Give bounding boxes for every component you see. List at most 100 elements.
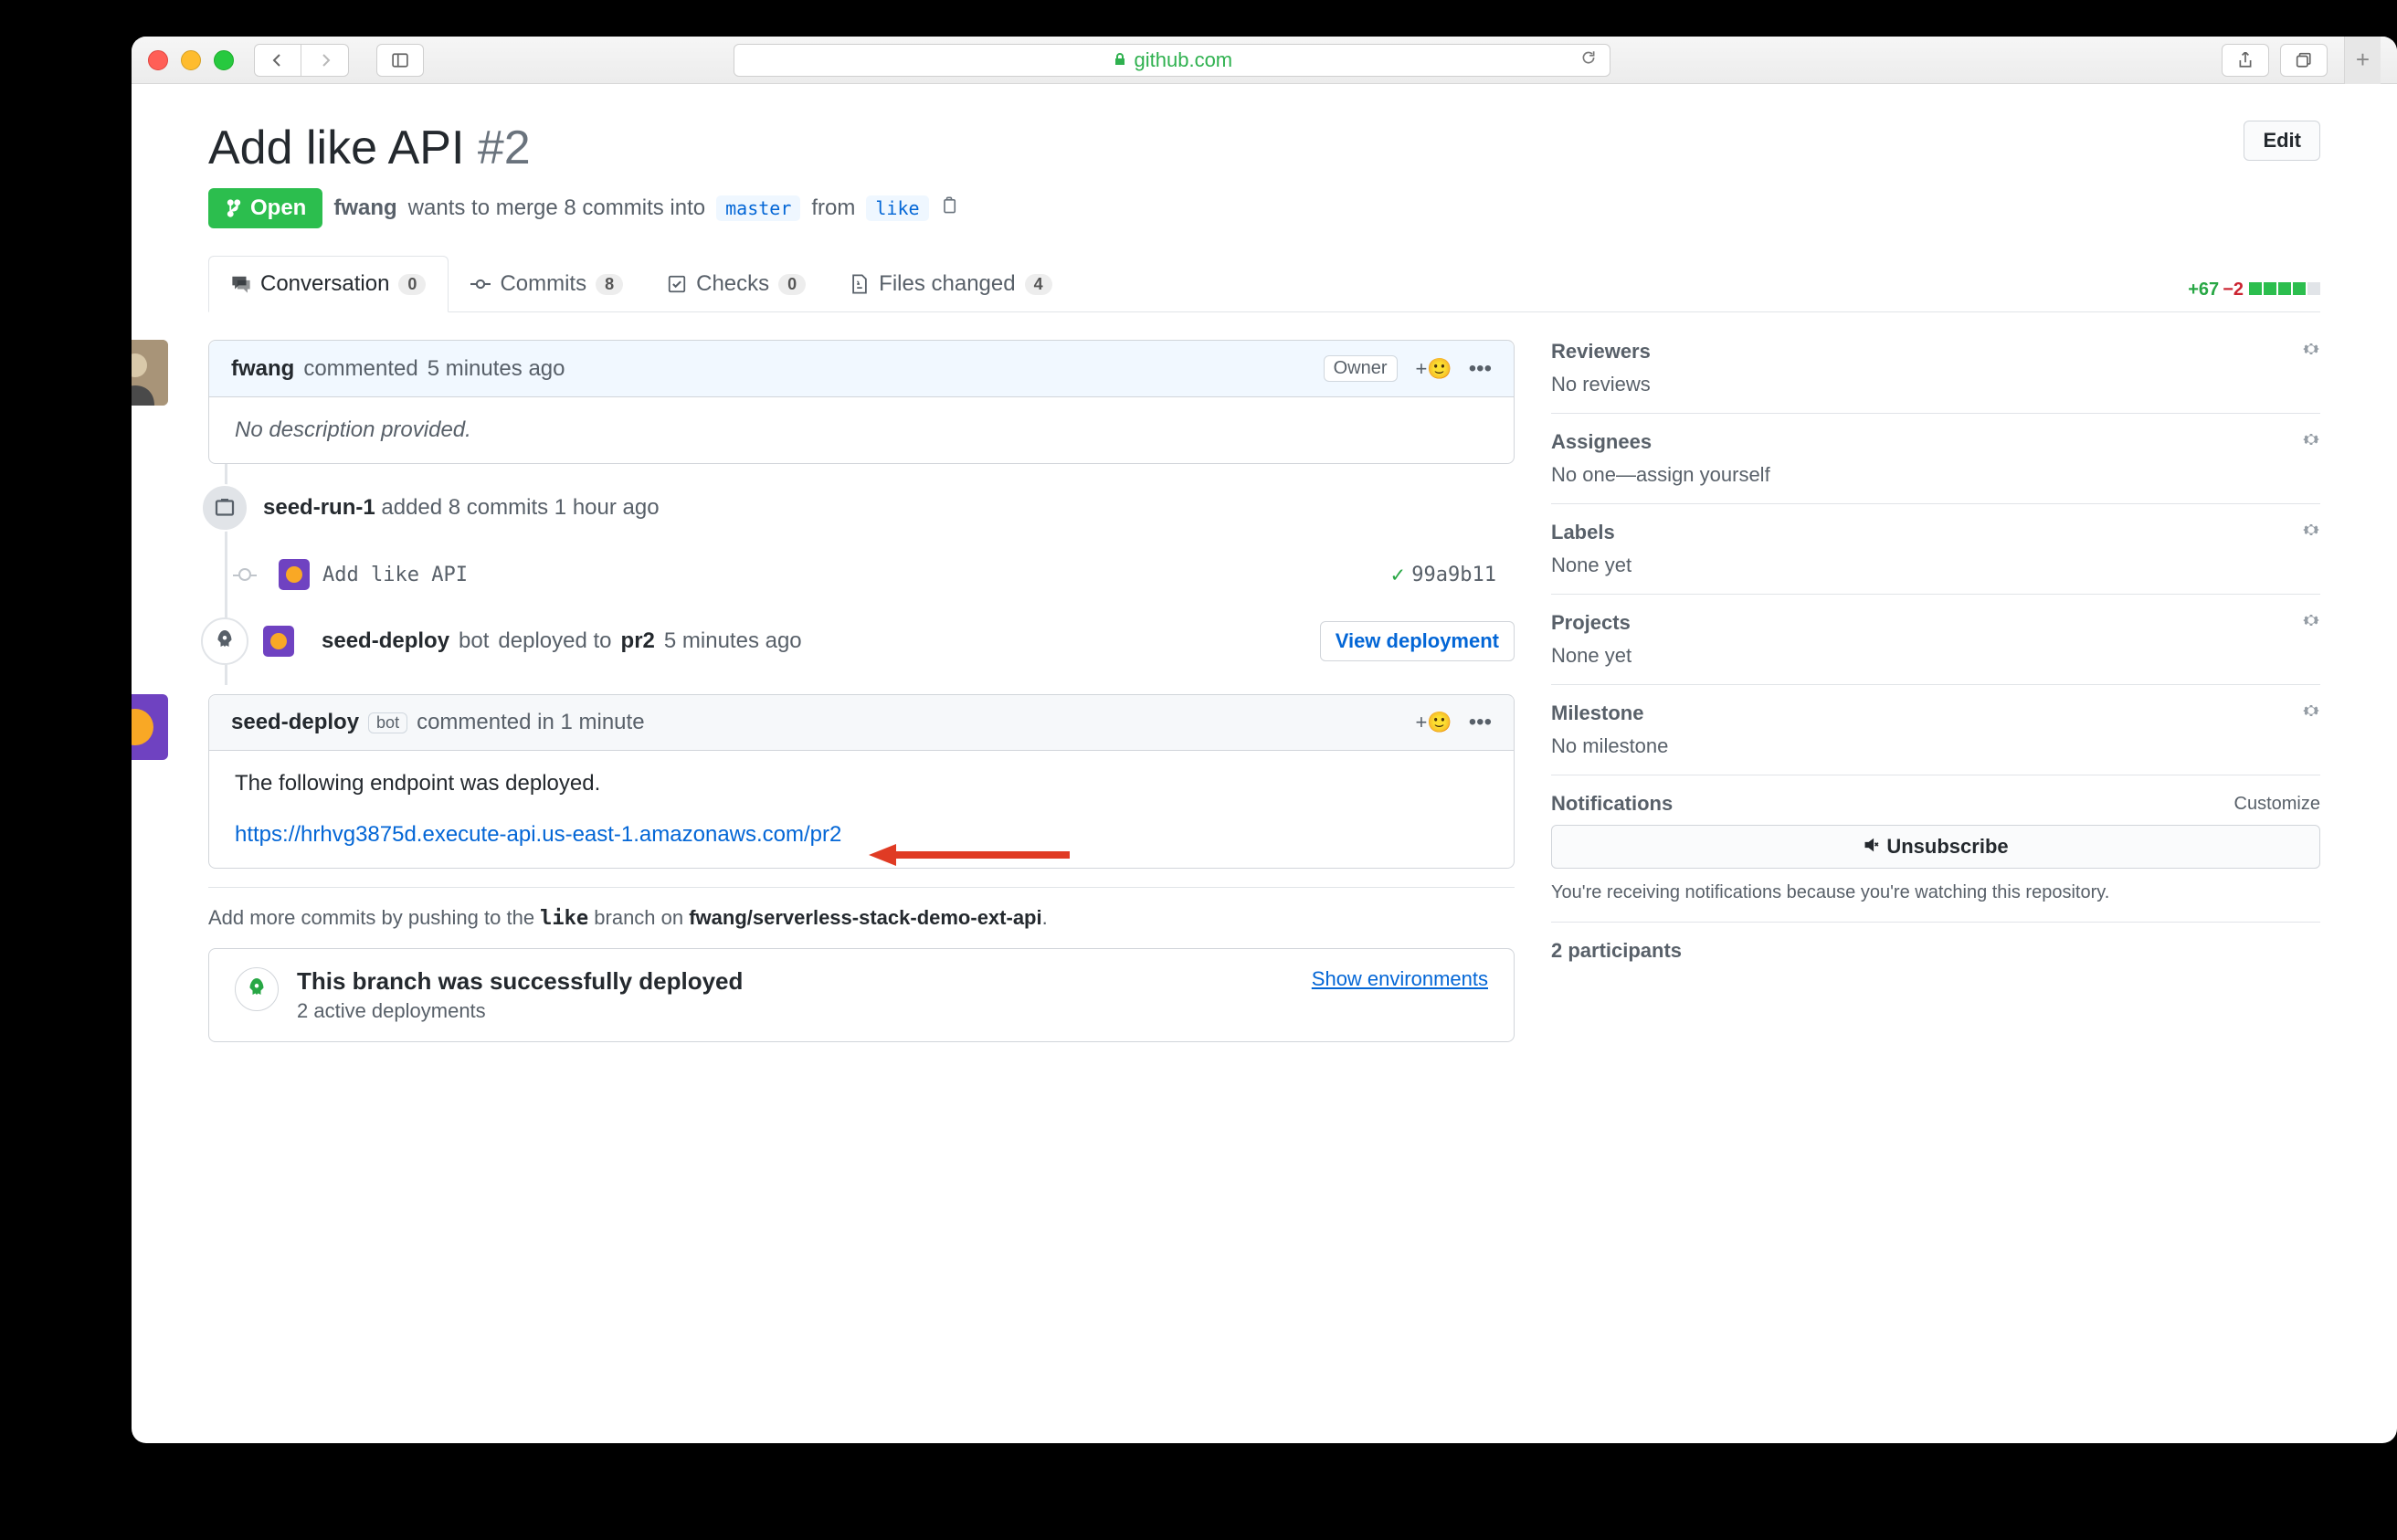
pr-meta: Open fwang wants to merge 8 commits into…: [208, 188, 2320, 228]
tab-files-count: 4: [1025, 274, 1052, 295]
comment: seed-deploy bot commented in 1 minute +🙂…: [208, 694, 1515, 869]
sidebar-assignees: Assignees No one—assign yourself: [1551, 414, 2320, 504]
notification-note: You're receiving notifications because y…: [1551, 880, 2320, 905]
rocket-icon: [201, 617, 248, 665]
comment-time[interactable]: 5 minutes ago: [428, 356, 565, 382]
from-text: from: [811, 195, 855, 221]
main-columns: fwang commented 5 minutes ago Owner +🙂 •…: [208, 340, 2320, 1042]
sidebar-section-title: Projects: [1551, 611, 1631, 635]
commit-author-avatar[interactable]: [279, 559, 310, 590]
comment-header: seed-deploy bot commented in 1 minute +🙂…: [209, 695, 1514, 751]
tab-commits[interactable]: Commits 8: [449, 257, 645, 311]
event-author[interactable]: seed-run-1: [263, 495, 375, 520]
page-content: Add like API #2 Edit Open fwang wants to…: [132, 84, 2397, 1443]
deploy-author[interactable]: seed-deploy: [322, 628, 449, 654]
titlebar-right: [2222, 44, 2328, 77]
show-environments-link[interactable]: Show environments: [1312, 967, 1488, 991]
tab-checks-count: 0: [778, 274, 806, 295]
deploy-status-title: This branch was successfully deployed: [297, 967, 743, 996]
lock-icon: [1113, 48, 1127, 72]
sidebar-section-body: No one—assign yourself: [1551, 463, 2320, 487]
tab-conversation-count: 0: [398, 274, 426, 295]
diff-deletions: −2: [2223, 280, 2244, 301]
add-reaction-button[interactable]: +🙂: [1416, 357, 1452, 381]
customize-link[interactable]: Customize: [2234, 794, 2320, 815]
commit-row: Add like API ✓ 99a9b11: [245, 552, 1515, 597]
edit-button[interactable]: Edit: [2244, 121, 2320, 161]
deploy-author-avatar[interactable]: [263, 626, 294, 657]
endpoint-link[interactable]: https://hrhvg3875d.execute-api.us-east-1…: [235, 822, 841, 848]
minimize-window-button[interactable]: [181, 50, 201, 70]
avatar-image: [132, 340, 168, 406]
comment-author[interactable]: seed-deploy: [231, 710, 359, 735]
comment-author-avatar[interactable]: [132, 340, 168, 406]
unsubscribe-label: Unsubscribe: [1886, 835, 2008, 859]
tabs-button[interactable]: [2280, 44, 2328, 77]
tab-commits-count: 8: [596, 274, 623, 295]
push-hint: Add more commits by pushing to the like …: [208, 887, 1515, 948]
assign-yourself-link[interactable]: No one—assign yourself: [1551, 463, 1770, 486]
comment-author[interactable]: fwang: [231, 356, 294, 382]
tab-files-label: Files changed: [879, 271, 1015, 297]
gear-icon[interactable]: [2302, 701, 2320, 725]
sidebar-toggle-button[interactable]: [376, 44, 424, 77]
url-text: github.com: [1135, 48, 1233, 72]
url-bar[interactable]: github.com: [734, 44, 1610, 77]
sidebar-milestone: Milestone No milestone: [1551, 685, 2320, 775]
diff-additions: +67: [2188, 280, 2219, 301]
deploy-status-panel: This branch was successfully deployed 2 …: [208, 948, 1515, 1042]
compare-branch[interactable]: like: [866, 195, 928, 221]
timeline-deploy-event: seed-deploy bot deployed to pr2 5 minute…: [245, 597, 1515, 685]
nav-buttons: [254, 44, 349, 77]
gear-icon[interactable]: [2302, 611, 2320, 635]
deploy-status-sub: 2 active deployments: [297, 999, 743, 1023]
close-window-button[interactable]: [148, 50, 168, 70]
commit-hash[interactable]: ✓ 99a9b11: [1391, 562, 1515, 587]
tab-commits-label: Commits: [500, 271, 586, 297]
pr-tabs: Conversation 0 Commits 8 Checks 0 Files …: [208, 256, 2320, 312]
sidebar-section-body: None yet: [1551, 644, 2320, 668]
gear-icon[interactable]: [2302, 521, 2320, 544]
deploy-text: deployed to: [498, 628, 611, 654]
gear-icon[interactable]: [2302, 430, 2320, 454]
mute-icon: [1863, 835, 1879, 859]
browser-window: github.com + Add like API #2 Edit: [132, 37, 2397, 1443]
sidebar-labels: Labels None yet: [1551, 504, 2320, 595]
copy-branch-icon[interactable]: [940, 195, 958, 221]
comment-menu-button[interactable]: •••: [1469, 710, 1492, 735]
sidebar-participants: 2 participants: [1551, 923, 2320, 988]
maximize-window-button[interactable]: [214, 50, 234, 70]
view-deployment-button[interactable]: View deployment: [1320, 621, 1515, 661]
pr-author[interactable]: fwang: [333, 195, 396, 221]
sidebar-section-title: Reviewers: [1551, 340, 1651, 364]
commits-pushed-icon: [201, 484, 248, 532]
new-tab-button[interactable]: +: [2344, 37, 2381, 84]
bot-badge: bot: [368, 712, 407, 733]
unsubscribe-button[interactable]: Unsubscribe: [1551, 825, 2320, 869]
deploy-time: 5 minutes ago: [664, 628, 802, 654]
comment-menu-button[interactable]: •••: [1469, 356, 1492, 382]
forward-button[interactable]: [301, 44, 349, 77]
pr-title-text: Add like API: [208, 121, 464, 174]
comment-body: The following endpoint was deployed. htt…: [209, 751, 1514, 868]
tab-files[interactable]: Files changed 4: [828, 257, 1073, 311]
sidebar-projects: Projects None yet: [1551, 595, 2320, 685]
back-button[interactable]: [254, 44, 301, 77]
add-reaction-button[interactable]: +🙂: [1416, 711, 1452, 734]
reload-icon[interactable]: [1580, 49, 1597, 71]
sidebar: Reviewers No reviews Assignees No one—as…: [1551, 340, 2320, 1042]
tab-conversation[interactable]: Conversation 0: [208, 256, 449, 312]
comment: fwang commented 5 minutes ago Owner +🙂 •…: [208, 340, 1515, 464]
base-branch[interactable]: master: [716, 195, 800, 221]
share-button[interactable]: [2222, 44, 2269, 77]
comment-verb: commented: [303, 356, 417, 382]
commit-message[interactable]: Add like API: [322, 564, 468, 586]
deploy-event-text: seed-deploy bot deployed to pr2 5 minute…: [322, 621, 1515, 661]
sidebar-section-title: Milestone: [1551, 701, 1643, 725]
comment-author-avatar[interactable]: [132, 694, 168, 760]
state-badge: Open: [208, 188, 322, 228]
sidebar-section-body: None yet: [1551, 554, 2320, 577]
tab-checks[interactable]: Checks 0: [645, 257, 828, 311]
gear-icon[interactable]: [2302, 340, 2320, 364]
sidebar-section-title: Labels: [1551, 521, 1615, 544]
